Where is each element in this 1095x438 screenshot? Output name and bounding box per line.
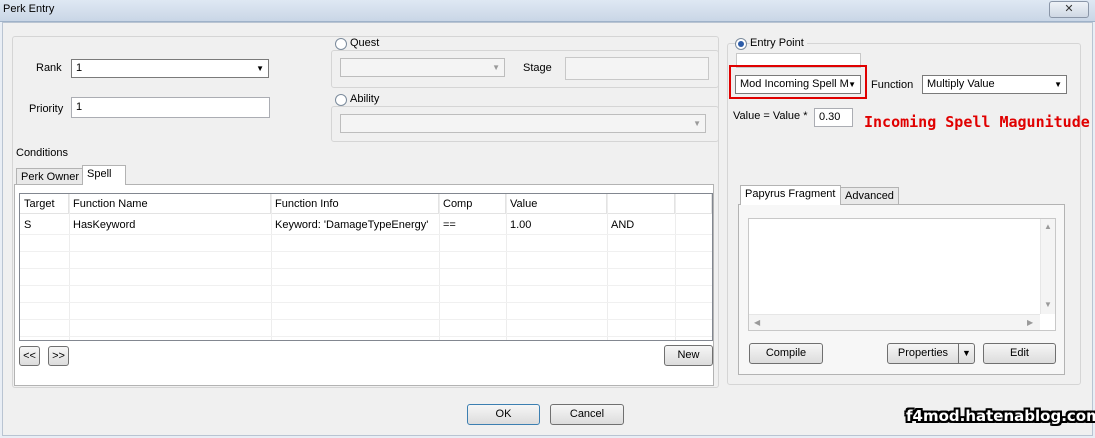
ability-select[interactable]: ▼ xyxy=(340,114,706,133)
entry-point-label[interactable]: Entry Point xyxy=(750,37,807,49)
conditions-label: Conditions xyxy=(16,147,68,159)
cell-target: S xyxy=(24,219,32,231)
column-header-function-info[interactable]: Function Info xyxy=(271,194,439,214)
cell-logic: AND xyxy=(611,219,635,231)
tab-label: Spell xyxy=(87,168,112,180)
edit-button[interactable]: Edit xyxy=(983,343,1056,364)
cell-function-name: HasKeyword xyxy=(73,219,136,231)
priority-field[interactable]: 1 xyxy=(71,97,270,118)
grid-line xyxy=(20,336,712,337)
scroll-right-icon[interactable]: ▶ xyxy=(1027,318,1033,327)
column-header-value[interactable]: Value xyxy=(506,194,607,214)
table-row[interactable]: S HasKeyword Keyword: 'DamageTypeEnergy'… xyxy=(20,215,712,235)
tab-spell[interactable]: Spell xyxy=(82,165,126,185)
column-header-target[interactable]: Target xyxy=(20,194,69,214)
watermark: f4mod.hatenablog.com xyxy=(906,407,1095,425)
function-value: Multiply Value xyxy=(927,78,995,90)
cell-comp: == xyxy=(443,219,456,231)
chevron-down-icon: ▼ xyxy=(492,63,500,72)
function-select[interactable]: Multiply Value ▼ xyxy=(922,75,1067,94)
compile-button[interactable]: Compile xyxy=(749,343,823,364)
grid-line xyxy=(20,319,712,320)
value-label: Value = Value * xyxy=(733,110,808,122)
entry-point-select[interactable]: Mod Incoming Spell M ▼ xyxy=(735,75,861,94)
stage-label: Stage xyxy=(523,62,552,74)
ability-label[interactable]: Ability xyxy=(350,93,383,105)
chevron-down-icon[interactable]: ▼ xyxy=(958,344,974,363)
column-header-filler xyxy=(675,194,712,214)
ability-radio[interactable] xyxy=(335,94,347,106)
tab-papyrus-fragment[interactable]: Papyrus Fragment xyxy=(740,185,841,205)
scroll-left-icon[interactable]: ◀ xyxy=(754,318,760,327)
new-button[interactable]: New xyxy=(664,345,713,366)
chevron-down-icon: ▼ xyxy=(256,64,264,73)
priority-label: Priority xyxy=(29,103,64,115)
chevron-down-icon: ▼ xyxy=(693,119,701,128)
grid-line xyxy=(20,251,712,252)
entry-point-value: Mod Incoming Spell M xyxy=(740,78,849,90)
close-button[interactable]: ✕ xyxy=(1049,1,1089,18)
annotation-text: Incoming Spell Magunitude xyxy=(864,113,1090,131)
tab-label: Perk Owner xyxy=(21,171,80,183)
chevron-down-icon: ▼ xyxy=(1054,80,1062,89)
vertical-scrollbar[interactable]: ▲ ▼ xyxy=(1040,219,1055,314)
grid-line xyxy=(20,285,712,286)
column-header-logic[interactable] xyxy=(607,194,675,214)
rank-value: 1 xyxy=(76,62,83,74)
cell-function-info: Keyword: 'DamageTypeEnergy' xyxy=(275,219,429,231)
column-header-comp[interactable]: Comp xyxy=(439,194,506,214)
rank-label: Rank xyxy=(36,62,62,74)
scroll-up-icon[interactable]: ▲ xyxy=(1044,222,1052,231)
column-header-function-name[interactable]: Function Name xyxy=(69,194,271,214)
horizontal-scrollbar[interactable]: ◀ ▶ xyxy=(749,314,1040,330)
properties-button[interactable]: Properties ▼ xyxy=(887,343,975,364)
stage-field[interactable] xyxy=(565,57,709,80)
grid-line xyxy=(20,268,712,269)
quest-radio[interactable] xyxy=(335,38,347,50)
value-field[interactable]: 0.30 xyxy=(814,108,853,127)
prev-button[interactable]: << xyxy=(19,346,40,366)
conditions-table[interactable]: Target Function Name Function Info Comp … xyxy=(19,193,713,341)
next-button[interactable]: >> xyxy=(48,346,69,366)
quest-label[interactable]: Quest xyxy=(350,37,383,49)
ok-button[interactable]: OK xyxy=(467,404,540,425)
title-bar: Perk Entry xyxy=(0,0,1095,22)
window-title: Perk Entry xyxy=(3,3,55,15)
rank-select[interactable]: 1 ▼ xyxy=(71,59,269,78)
function-label: Function xyxy=(871,79,914,91)
tab-label: Papyrus Fragment xyxy=(745,188,836,200)
cancel-button[interactable]: Cancel xyxy=(550,404,624,425)
scroll-down-icon[interactable]: ▼ xyxy=(1044,300,1052,309)
grid-line xyxy=(20,302,712,303)
properties-label: Properties xyxy=(897,347,949,359)
quest-select[interactable]: ▼ xyxy=(340,58,505,77)
tab-perk-owner[interactable]: Perk Owner xyxy=(16,168,85,185)
cell-value: 1.00 xyxy=(510,219,532,231)
chevron-down-icon: ▼ xyxy=(848,80,856,89)
papyrus-fragment-editor[interactable]: ▲ ▼ ◀ ▶ xyxy=(748,218,1056,331)
tab-label: Advanced xyxy=(845,190,894,202)
close-icon: ✕ xyxy=(1064,3,1074,15)
tab-advanced[interactable]: Advanced xyxy=(840,187,899,205)
entry-point-radio[interactable] xyxy=(735,38,747,50)
